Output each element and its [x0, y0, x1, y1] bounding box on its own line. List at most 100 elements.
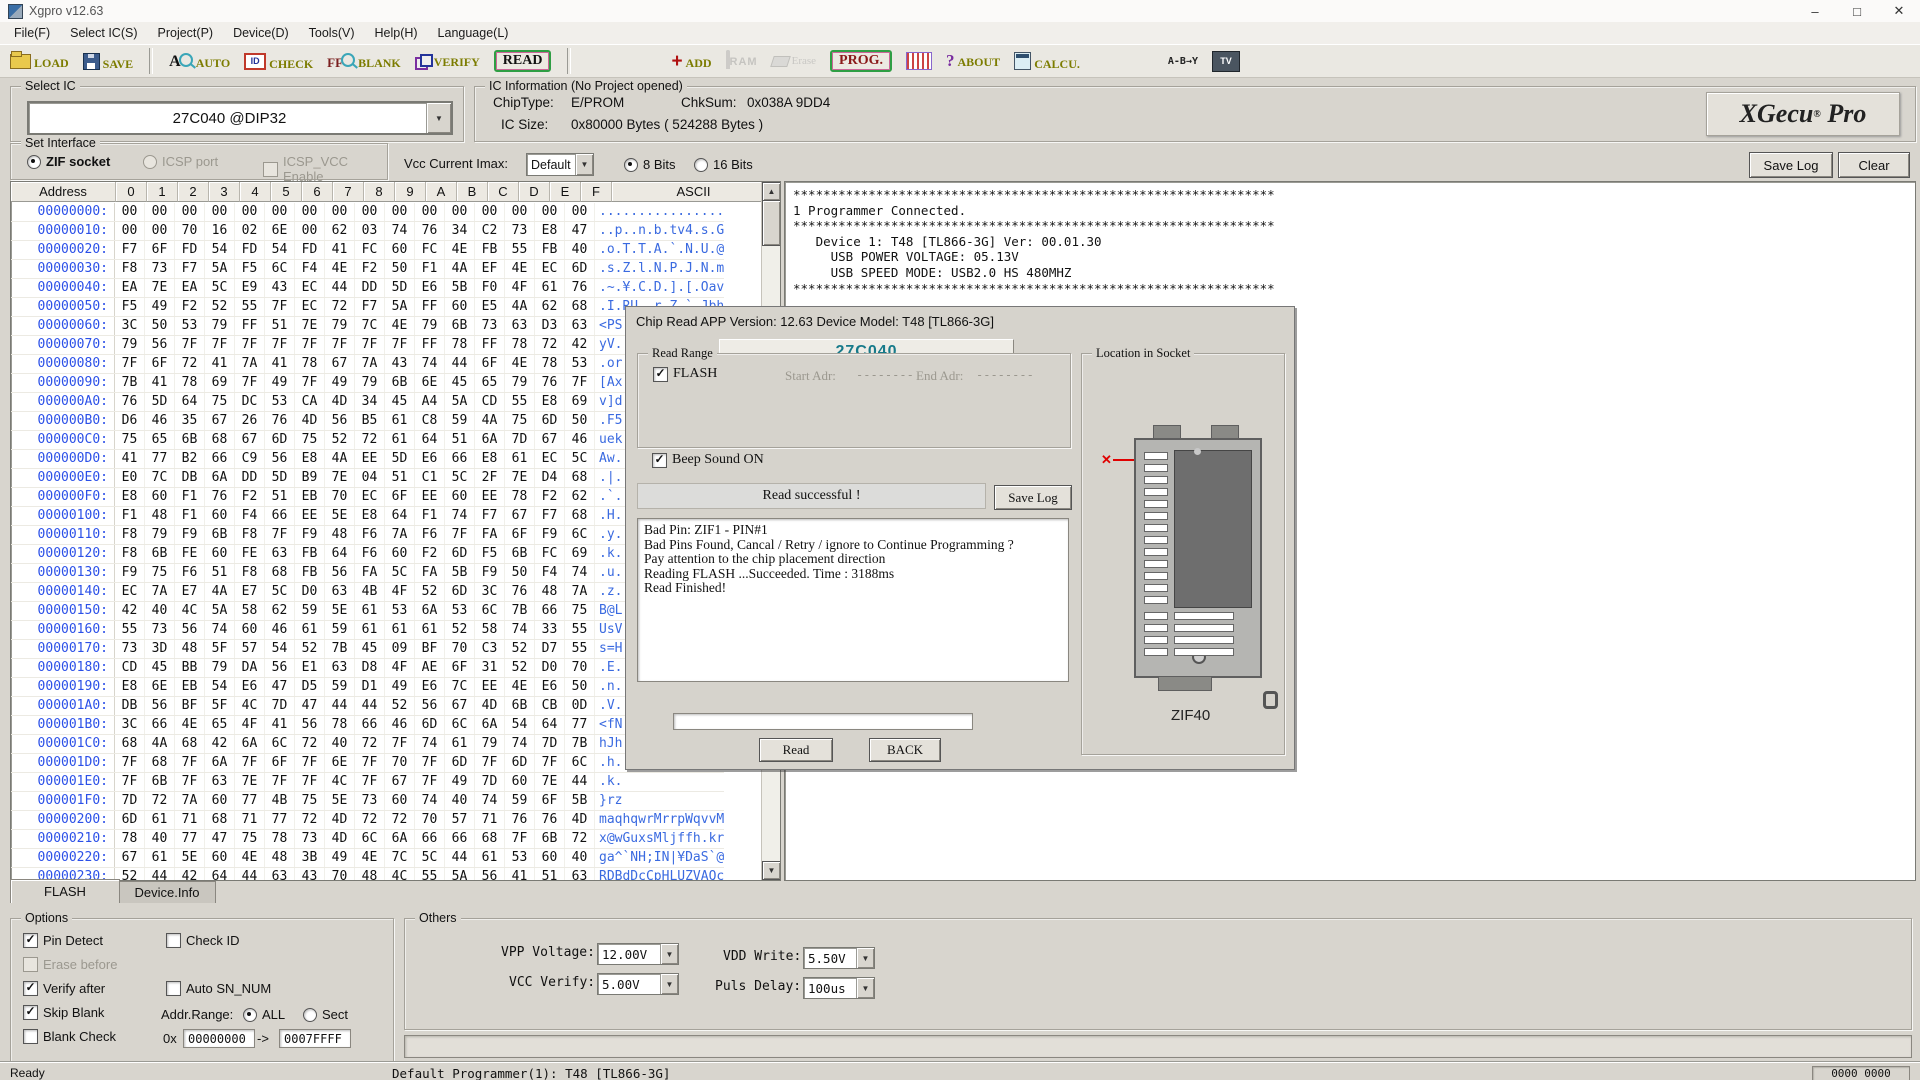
hex-byte: 74: [475, 792, 505, 810]
hex-byte: 42: [565, 336, 595, 354]
read-button[interactable]: READ: [494, 50, 552, 72]
hex-byte: D0: [295, 583, 325, 601]
bad-pin-marker-line: [1113, 459, 1134, 461]
menu-item-file-f[interactable]: File(F): [4, 24, 60, 42]
addr-from-input[interactable]: 00000000: [183, 1029, 255, 1048]
chevron-down-icon[interactable]: ▼: [856, 948, 874, 968]
icsp-vcc-checkbox[interactable]: ICSP_VCC Enable: [263, 154, 387, 184]
menu-item-device-d[interactable]: Device(D): [223, 24, 299, 42]
hex-byte: 68: [115, 735, 145, 753]
verify-button[interactable]: VERIFY: [415, 54, 480, 68]
save-button[interactable]: SAVE: [83, 53, 133, 70]
tab-device-info[interactable]: Device.Info: [118, 881, 216, 903]
close-button[interactable]: ✕: [1878, 0, 1920, 22]
chevron-down-icon[interactable]: ▼: [856, 978, 874, 998]
hex-byte: 7F: [535, 754, 565, 772]
puls-delay-label: Puls Delay:: [715, 979, 801, 994]
vpp-voltage-combo[interactable]: 12.00V ▼: [597, 943, 679, 965]
calcu-button[interactable]: CALCU.: [1014, 52, 1080, 70]
hex-byte: 56: [295, 716, 325, 734]
hex-byte: 00: [295, 222, 325, 240]
addr-range-all-radio[interactable]: ALL: [243, 1007, 285, 1022]
dialog-read-button[interactable]: Read: [759, 738, 833, 762]
hex-byte: 50: [385, 260, 415, 278]
chip-read-dialog: Chip Read APP Version: 12.63 Device Mode…: [625, 306, 1295, 770]
zif-socket-radio[interactable]: ZIF socket: [27, 154, 110, 169]
blank-check-button[interactable]: FF BLANK: [327, 53, 401, 69]
check-id-button[interactable]: ID CHECK: [244, 53, 313, 70]
hex-byte: E8: [475, 450, 505, 468]
hex-byte: 70: [445, 640, 475, 658]
maximize-button[interactable]: □: [1836, 0, 1878, 22]
scroll-thumb[interactable]: [762, 200, 781, 246]
menu-item-tools-v[interactable]: Tools(V): [299, 24, 365, 42]
vdd-write-combo[interactable]: 5.50V ▼: [803, 947, 875, 969]
flash-checkbox[interactable]: ✓ FLASH: [653, 366, 717, 382]
clear-button[interactable]: Clear: [1838, 152, 1910, 178]
vcc-imax-combo[interactable]: Default ▼: [526, 153, 594, 176]
beep-sound-checkbox[interactable]: ✓ Beep Sound ON: [652, 452, 764, 468]
dialog-save-log-button[interactable]: Save Log: [994, 485, 1072, 510]
hex-byte: 4E: [235, 849, 265, 867]
add-button[interactable]: + ADD: [671, 54, 711, 69]
blank-check-checkbox[interactable]: Blank Check: [23, 1029, 116, 1044]
about-button[interactable]: ? ABOUT: [946, 54, 1000, 68]
hex-byte: 5A: [205, 260, 235, 278]
hex-row: 000000B0:D646356726764D56B561C8594A756D5…: [11, 412, 724, 431]
tv-icon[interactable]: TV: [1212, 51, 1240, 72]
auto-button[interactable]: A AUTO: [169, 53, 230, 69]
hex-byte: 79: [505, 374, 535, 392]
dialog-back-button[interactable]: BACK: [869, 738, 941, 762]
chiptype-value: E/PROM: [571, 95, 624, 110]
hex-byte: 7F: [385, 336, 415, 354]
menu-item-language-l[interactable]: Language(L): [428, 24, 519, 42]
load-button[interactable]: LOAD: [10, 54, 69, 69]
verify-after-checkbox[interactable]: ✓ Verify after: [23, 981, 105, 996]
tab-flash[interactable]: FLASH: [10, 879, 120, 903]
chevron-down-icon[interactable]: ▼: [660, 974, 678, 994]
hex-byte: B5: [355, 412, 385, 430]
hex-header-col-9: 9: [395, 182, 426, 202]
hex-header-col-A: A: [426, 182, 457, 202]
save-log-button[interactable]: Save Log: [1749, 152, 1833, 178]
check-id-checkbox[interactable]: Check ID: [166, 933, 239, 948]
addr-to-input[interactable]: 0007FFFF: [279, 1029, 351, 1048]
hex-byte: 7F: [475, 754, 505, 772]
hex-ascii: ................: [595, 203, 724, 221]
logic-aby-icon[interactable]: A-B→Y: [1168, 56, 1198, 67]
menu-item-select-ic-s[interactable]: Select IC(S): [60, 24, 147, 42]
skip-blank-checkbox[interactable]: ✓ Skip Blank: [23, 1005, 104, 1020]
hex-byte: 4A: [445, 260, 475, 278]
minimize-button[interactable]: –: [1794, 0, 1836, 22]
hex-byte: F5: [475, 545, 505, 563]
bits8-radio[interactable]: 8 Bits: [624, 157, 676, 172]
hex-ascii: .or: [595, 355, 622, 373]
scroll-down-icon[interactable]: ▼: [762, 861, 781, 880]
dip-pins-icon[interactable]: [906, 52, 932, 70]
chevron-down-icon[interactable]: ▼: [426, 103, 451, 133]
puls-delay-combo[interactable]: 100us ▼: [803, 977, 875, 999]
auto-sn-checkbox[interactable]: Auto SN_NUM: [166, 981, 271, 996]
hex-byte: 34: [355, 393, 385, 411]
hex-byte: 4E: [505, 260, 535, 278]
icsp-port-radio[interactable]: ICSP port: [143, 154, 218, 169]
addr-range-sect-radio[interactable]: Sect: [303, 1007, 348, 1022]
hex-byte: 63: [205, 773, 235, 791]
prog-button[interactable]: PROG.: [830, 50, 892, 72]
ic-select-combo[interactable]: 27C040 @DIP32 ▼: [27, 101, 453, 135]
hex-byte: 7F: [265, 773, 295, 791]
hex-byte: F4: [535, 564, 565, 582]
menu-item-project-p[interactable]: Project(P): [148, 24, 224, 42]
hex-byte: 4C: [385, 868, 415, 881]
vcc-verify-combo[interactable]: 5.00V ▼: [597, 973, 679, 995]
bits16-radio[interactable]: 16 Bits: [694, 157, 753, 172]
hex-byte: 3C: [475, 583, 505, 601]
chevron-down-icon[interactable]: ▼: [575, 154, 593, 175]
chevron-down-icon[interactable]: ▼: [660, 944, 678, 964]
hex-byte: 63: [565, 868, 595, 881]
menu-item-help-h[interactable]: Help(H): [364, 24, 427, 42]
pin-detect-checkbox[interactable]: ✓ Pin Detect: [23, 933, 103, 948]
scroll-up-icon[interactable]: ▲: [762, 182, 781, 201]
hex-byte: 7A: [355, 355, 385, 373]
hex-byte: 49: [265, 374, 295, 392]
